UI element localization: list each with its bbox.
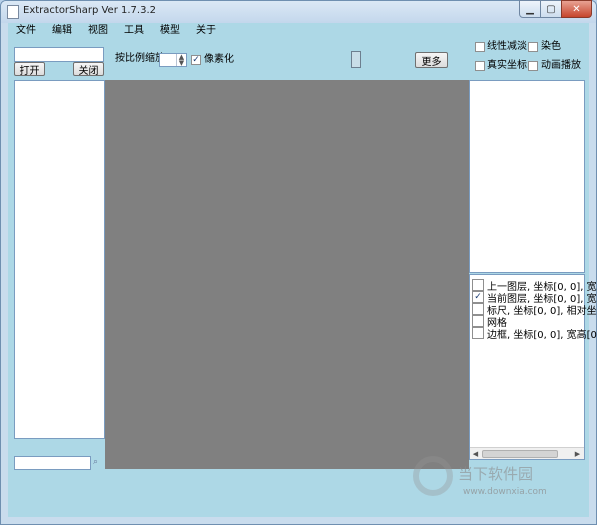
layer-checkbox[interactable] xyxy=(472,303,484,315)
scroll-right-icon[interactable]: ▶ xyxy=(573,449,582,459)
menu-tools[interactable]: 工具 xyxy=(116,23,152,39)
scroll-thumb[interactable] xyxy=(482,450,558,458)
dye-checkbox[interactable] xyxy=(528,42,538,52)
checkmark-icon: ✓ xyxy=(192,54,200,65)
menu-about[interactable]: 关于 xyxy=(188,23,224,39)
layer-checkbox[interactable] xyxy=(472,279,484,291)
layer-checkbox[interactable] xyxy=(472,327,484,339)
stepper-down-icon[interactable]: ▼ xyxy=(177,59,186,67)
title-bar: ExtractorSharp Ver 1.7.3.2 xyxy=(1,1,596,23)
menu-bar: 文件 编辑 视图 工具 模型 关于 xyxy=(8,23,589,39)
scroll-left-icon[interactable]: ◀ xyxy=(471,449,480,459)
watermark-logo xyxy=(413,456,453,496)
pixelate-checkbox[interactable]: ✓ xyxy=(191,55,201,65)
layer-checkbox[interactable]: ✓ xyxy=(472,291,484,303)
linear-dodge-label: 线性减淡 xyxy=(487,41,527,52)
maximize-button[interactable]: ▢ xyxy=(540,0,562,18)
file-list[interactable] xyxy=(14,80,105,439)
layer-list[interactable]: 上一图层, 坐标[0, 0], 宽高[0 ✓ 当前图层, 坐标[0, 0], 宽… xyxy=(469,274,597,460)
path-input[interactable] xyxy=(14,47,104,62)
close-icon: ✕ xyxy=(572,3,581,15)
checkmark-icon: ✓ xyxy=(474,291,482,302)
layer-row[interactable]: 边框, 坐标[0, 0], 宽高[0, 0 xyxy=(472,327,597,341)
scale-label: 按比例缩放 xyxy=(115,53,165,64)
layer-checkbox[interactable] xyxy=(472,315,484,327)
menu-model[interactable]: 模型 xyxy=(152,23,188,39)
more-button[interactable]: 更多 xyxy=(415,52,448,68)
progress-indicator xyxy=(351,51,361,68)
close-button[interactable]: ✕ xyxy=(561,0,592,18)
search-icon[interactable]: ⌕ xyxy=(93,457,102,469)
pixelate-label: 像素化 xyxy=(204,54,234,65)
window-title: ExtractorSharp Ver 1.7.3.2 xyxy=(23,5,156,16)
preview-canvas[interactable] xyxy=(105,80,469,469)
animation-checkbox[interactable] xyxy=(528,61,538,71)
search-input[interactable] xyxy=(14,456,91,470)
client-area: 文件 编辑 视图 工具 模型 关于 打开 关闭 ⌕ 按比例缩放 ▲ ▼ ✓ 像素… xyxy=(8,23,597,517)
menu-file[interactable]: 文件 xyxy=(8,23,44,39)
menu-edit[interactable]: 编辑 xyxy=(44,23,80,39)
minimize-button[interactable]: ▁ xyxy=(519,0,541,18)
horizontal-scrollbar[interactable]: ◀ ▶ xyxy=(470,447,584,459)
watermark-url: www.downxia.com xyxy=(463,487,547,497)
animation-label: 动画播放 xyxy=(541,60,581,71)
dye-label: 染色 xyxy=(541,41,561,52)
scale-stepper[interactable]: ▲ ▼ xyxy=(159,53,187,67)
minimize-icon: ▁ xyxy=(526,3,534,15)
layer-label: 边框, 坐标[0, 0], 宽高[0, 0 xyxy=(487,329,597,341)
real-coords-label: 真实坐标 xyxy=(487,60,527,71)
menu-view[interactable]: 视图 xyxy=(80,23,116,39)
real-coords-checkbox[interactable] xyxy=(475,61,485,71)
app-icon xyxy=(7,5,19,19)
close-file-button[interactable]: 关闭 xyxy=(73,62,104,77)
watermark-brand: 当下软件园 xyxy=(458,465,534,483)
maximize-icon: ▢ xyxy=(546,3,556,15)
frame-list[interactable] xyxy=(469,80,585,273)
linear-dodge-checkbox[interactable] xyxy=(475,42,485,52)
open-button[interactable]: 打开 xyxy=(14,62,45,77)
